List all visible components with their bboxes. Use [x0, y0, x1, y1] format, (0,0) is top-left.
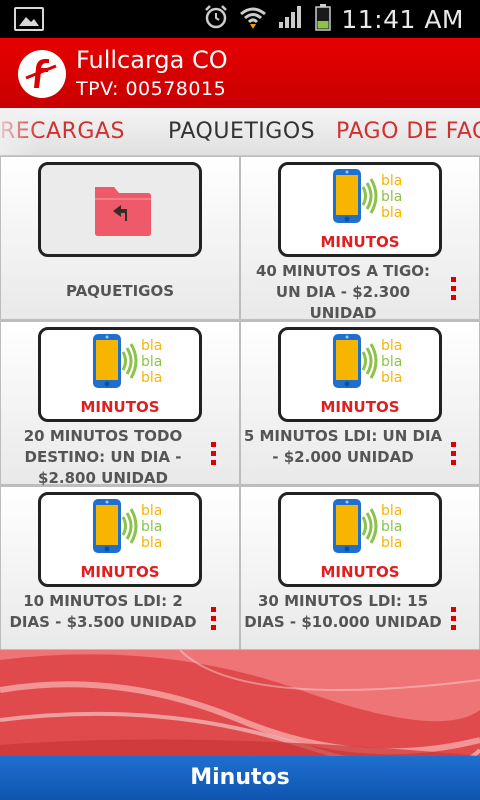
svg-text:bla: bla — [381, 189, 402, 205]
svg-text:MINUTOS: MINUTOS — [320, 563, 399, 581]
app-title: Fullcarga CO — [76, 46, 228, 74]
svg-text:bla: bla — [141, 354, 162, 370]
product-cell-40-minutos-tigo[interactable]: bla bla bla MINUTOS 40 MINUTOS A TIGO: U… — [241, 157, 479, 322]
product-cell-20-minutos-todo-destino[interactable]: bla bla bla MINUTOS 20 MINUTOS TODO DEST… — [1, 322, 239, 487]
product-label: 40 MINUTOS A TIGO: UN DIA - $2.300 UNIDA… — [255, 262, 431, 322]
minutos-thumbnail: bla bla bla MINUTOS — [278, 327, 442, 422]
svg-text:MINUTOS: MINUTOS — [320, 398, 399, 416]
tab-fade — [0, 108, 40, 155]
svg-text:bla: bla — [381, 503, 402, 519]
minutos-thumbnail: bla bla bla MINUTOS — [38, 492, 202, 587]
svg-text:bla: bla — [381, 173, 402, 189]
product-cell-30-minutos-ldi[interactable]: bla bla bla MINUTOS 30 MINUTOS LDI: 15 D… — [241, 487, 479, 649]
folder-thumbnail — [38, 162, 202, 257]
status-bar: 11:41 AM — [0, 0, 480, 38]
product-label: PAQUETIGOS — [65, 282, 175, 300]
product-cell-5-minutos-ldi[interactable]: bla bla bla MINUTOS 5 MINUTOS LDI: UN DI… — [241, 322, 479, 484]
product-label: 5 MINUTOS LDI: UN DIA - $2.000 UNIDAD — [243, 427, 443, 466]
svg-text:bla: bla — [381, 205, 402, 221]
fullcarga-logo[interactable] — [18, 50, 66, 98]
alarm-icon — [203, 4, 229, 34]
product-label: 20 MINUTOS TODO DESTINO: UN DIA - $2.800… — [23, 427, 183, 487]
terminal-id: TPV: 00578015 — [76, 78, 227, 100]
svg-text:bla: bla — [381, 354, 402, 370]
action-bar: Fullcarga CO TPV: 00578015 — [0, 38, 480, 108]
svg-text:MINUTOS: MINUTOS — [80, 563, 159, 581]
signal-icon — [277, 4, 305, 34]
minutos-thumbnail: bla bla bla MINUTOS — [278, 492, 442, 587]
product-cell-paquetigos-folder[interactable]: PAQUETIGOS — [1, 157, 239, 319]
svg-text:bla: bla — [141, 535, 162, 551]
overflow-menu-icon[interactable] — [448, 607, 458, 633]
folder-up-icon — [95, 187, 151, 236]
phone-bla-icon: bla bla bla MINUTOS — [320, 499, 402, 581]
svg-text:bla: bla — [381, 338, 402, 354]
overflow-menu-icon[interactable] — [448, 277, 458, 303]
background-swoosh — [0, 650, 480, 756]
product-cell-10-minutos-ldi[interactable]: bla bla bla MINUTOS 10 MINUTOS LDI: 2 DI… — [1, 487, 239, 649]
minutos-button[interactable]: Minutos — [0, 756, 480, 800]
svg-text:bla: bla — [141, 338, 162, 354]
clock: 11:41 AM — [341, 4, 464, 34]
svg-text:bla: bla — [141, 370, 162, 386]
tab-pago-de-facturas[interactable]: PAGO DE FAC — [336, 119, 480, 144]
overflow-menu-icon[interactable] — [208, 442, 218, 468]
svg-text:MINUTOS: MINUTOS — [320, 233, 399, 251]
product-label: 30 MINUTOS LDI: 15 DIAS - $10.000 UNIDAD — [244, 592, 442, 631]
tab-strip: RECARGAS PAQUETIGOS PAGO DE FAC — [0, 108, 480, 156]
phone-bla-icon: bla bla bla MINUTOS — [320, 334, 402, 416]
product-label: 10 MINUTOS LDI: 2 DIAS - $3.500 UNIDAD — [9, 592, 197, 631]
minutos-thumbnail: bla bla bla MINUTOS — [38, 327, 202, 422]
svg-text:MINUTOS: MINUTOS — [80, 398, 159, 416]
svg-text:bla: bla — [141, 503, 162, 519]
phone-bla-icon: bla bla bla MINUTOS — [320, 169, 402, 251]
phone-bla-icon: bla bla bla MINUTOS — [80, 499, 162, 581]
phone-bla-icon: bla bla bla MINUTOS — [80, 334, 162, 416]
product-grid: PAQUETIGOS bla bla bla MINUTOS 40 MINUTO… — [0, 156, 480, 650]
tab-paquetigos[interactable]: PAQUETIGOS — [168, 119, 315, 144]
overflow-menu-icon[interactable] — [448, 442, 458, 468]
svg-text:bla: bla — [141, 519, 162, 535]
svg-text:bla: bla — [381, 519, 402, 535]
battery-icon — [315, 3, 332, 35]
wifi-icon — [239, 4, 267, 34]
overflow-menu-icon[interactable] — [208, 607, 218, 633]
gallery-icon — [14, 7, 44, 31]
minutos-thumbnail: bla bla bla MINUTOS — [278, 162, 442, 257]
svg-text:bla: bla — [381, 535, 402, 551]
svg-text:bla: bla — [381, 370, 402, 386]
